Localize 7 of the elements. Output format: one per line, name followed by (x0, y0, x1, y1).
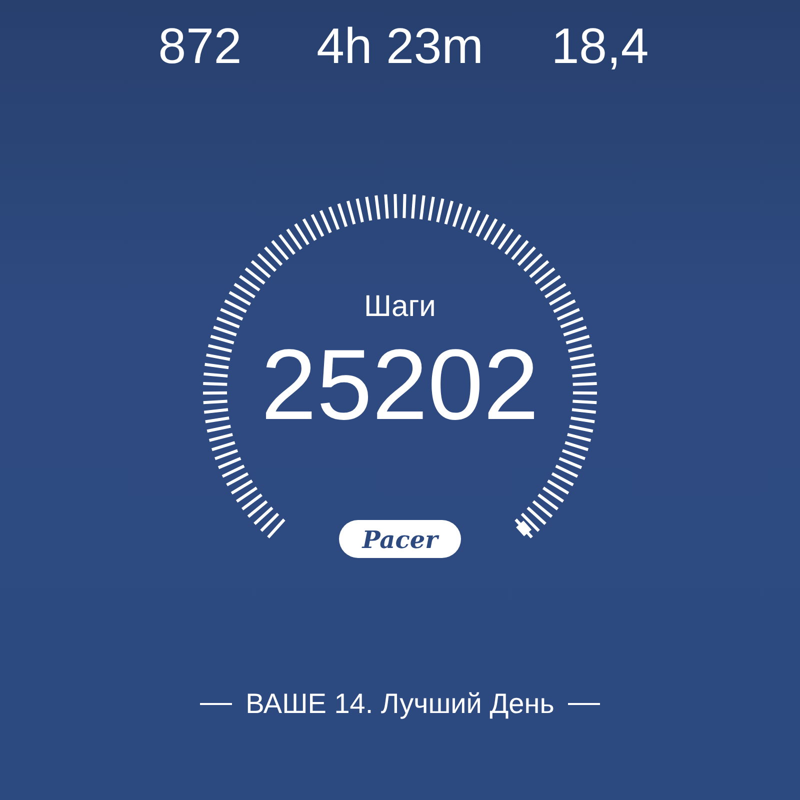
logo-badge: Pacer (339, 520, 461, 558)
steps-count: 25202 (260, 328, 540, 443)
stat-value: 18,4 (551, 17, 649, 76)
stat-value: 872 (158, 17, 242, 76)
stat-value: 4h 23m (316, 17, 484, 76)
steps-label: Шаги (364, 289, 436, 325)
best-day-text: ВАШЕ 14. Лучший День (246, 688, 554, 720)
